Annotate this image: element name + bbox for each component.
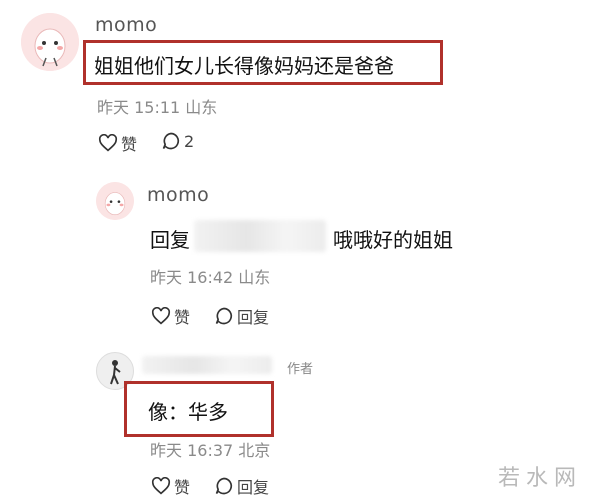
- reply-count: 2: [184, 131, 195, 151]
- watermark: 若水网: [498, 466, 583, 491]
- reply-username[interactable]: momo: [147, 184, 209, 206]
- like-button[interactable]: 赞: [98, 131, 137, 155]
- comment-meta: 昨天 15:11 山东: [97, 94, 217, 118]
- reply-meta: 昨天 16:37 北京: [150, 437, 270, 461]
- like-button[interactable]: 赞: [151, 474, 190, 498]
- blurred-username: [194, 220, 326, 252]
- comment-text: 姐姐他们女儿长得像妈妈还是爸爸: [94, 54, 394, 78]
- heart-icon: [151, 307, 171, 325]
- reply-prefix: 回复: [150, 228, 190, 252]
- reply-count-button[interactable]: 2: [161, 131, 194, 151]
- comment-time: 昨天 15:11: [97, 98, 181, 117]
- reply-button[interactable]: 回复: [214, 474, 269, 498]
- comment-location: 山东: [185, 98, 218, 117]
- reply-location: 山东: [238, 268, 271, 287]
- like-label: 赞: [174, 308, 191, 327]
- comment-username[interactable]: momo: [95, 14, 157, 36]
- comment-bubble-icon: [215, 477, 233, 495]
- like-label: 赞: [121, 135, 138, 154]
- avatar[interactable]: [96, 182, 134, 220]
- reply-label: 回复: [237, 308, 270, 327]
- blurred-username: [142, 356, 272, 374]
- cartoon-avatar-icon: [96, 182, 134, 220]
- like-button[interactable]: 赞: [151, 304, 190, 328]
- heart-icon: [98, 134, 118, 152]
- reply-time: 昨天 16:42: [150, 268, 234, 287]
- comment-bubble-icon: [215, 307, 233, 325]
- like-label: 赞: [174, 478, 191, 497]
- reply-time: 昨天 16:37: [150, 441, 234, 460]
- heart-icon: [151, 477, 171, 495]
- reply-meta: 昨天 16:42 山东: [150, 264, 270, 288]
- reply-text: 像：华多: [148, 400, 228, 424]
- reply-label: 回复: [237, 478, 270, 497]
- cartoon-avatar-icon: [21, 13, 79, 71]
- reply-location: 北京: [238, 441, 271, 460]
- reply-text: 哦哦好的姐姐: [333, 228, 453, 252]
- author-badge: 作者: [287, 362, 314, 377]
- reply-button[interactable]: 回复: [214, 304, 269, 328]
- comment-bubble-icon: [162, 132, 180, 150]
- avatar[interactable]: [21, 13, 79, 71]
